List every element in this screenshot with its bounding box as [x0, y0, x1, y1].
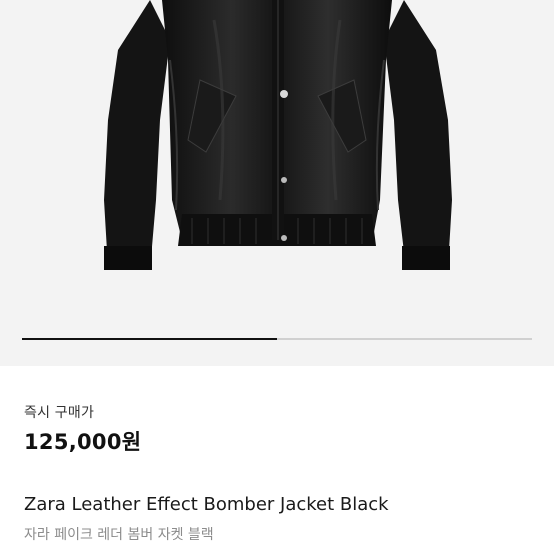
- jacket-photo-icon: [104, 0, 452, 270]
- price-value: 125,000원: [24, 430, 142, 454]
- product-title: Zara Leather Effect Bomber Jacket Black: [24, 494, 389, 515]
- product-subtitle: 자라 페이크 레더 봄버 자켓 블랙: [24, 527, 214, 543]
- product-detail-page: 즉시 구매가 125,000원 Zara Leather Effect Bomb…: [0, 0, 554, 554]
- image-carousel-indicator-fill: [22, 338, 277, 340]
- product-info: 즉시 구매가 125,000원 Zara Leather Effect Bomb…: [0, 366, 554, 554]
- price-label: 즉시 구매가: [24, 405, 95, 421]
- product-image[interactable]: [0, 0, 554, 366]
- image-carousel-indicator: [22, 338, 532, 340]
